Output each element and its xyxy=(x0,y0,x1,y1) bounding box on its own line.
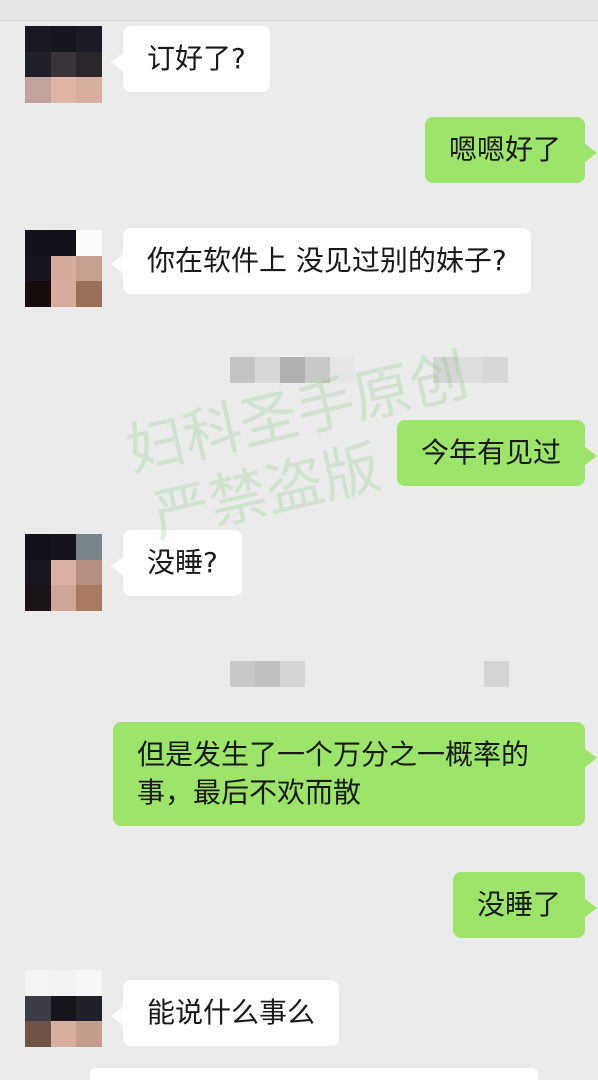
message-bubble[interactable]: 没睡? xyxy=(111,530,242,596)
message-bubble[interactable]: 今年有见过 xyxy=(396,420,598,486)
input-bar-edge xyxy=(90,1068,538,1080)
message-bubble[interactable]: 订好了? xyxy=(111,26,270,92)
message-bubble[interactable]: 你在软件上 没见过别的妹子? xyxy=(111,228,531,294)
message-bubble[interactable]: 嗯嗯好了 xyxy=(424,117,598,183)
avatar[interactable] xyxy=(25,970,102,1047)
timestamp xyxy=(230,661,509,687)
timestamp xyxy=(230,357,508,383)
message-bubble[interactable]: 能说什么事么 xyxy=(110,980,340,1046)
avatar[interactable] xyxy=(25,230,102,307)
avatar[interactable] xyxy=(25,26,102,103)
message-bubble[interactable]: 但是发生了一个万分之一概率的事，最后不欢而散 xyxy=(113,722,597,826)
top-divider xyxy=(0,0,598,21)
message-bubble[interactable]: 没睡了 xyxy=(452,872,598,938)
avatar[interactable] xyxy=(25,534,102,611)
